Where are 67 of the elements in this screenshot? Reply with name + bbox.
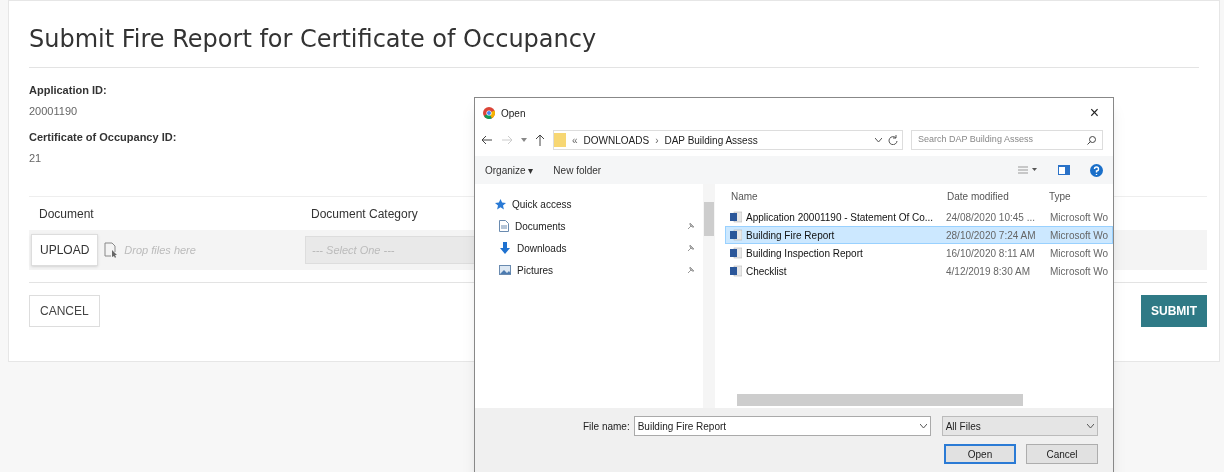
breadcrumb-separator: › xyxy=(655,133,659,148)
back-icon[interactable] xyxy=(481,135,493,145)
upload-button[interactable]: UPLOAD xyxy=(31,234,99,266)
file-row[interactable]: Building Inspection Report 16/10/2020 8:11 AM Microsoft Wo xyxy=(725,244,1113,262)
word-document-icon xyxy=(730,247,742,259)
document-icon xyxy=(499,220,509,232)
dropdown-caret-icon xyxy=(1086,423,1094,429)
file-name: Application 20001190 - Statement Of Co... xyxy=(746,210,934,225)
toolbar-button[interactable]: Organize ▾ xyxy=(485,162,534,178)
file-name: Building Inspection Report xyxy=(746,246,863,261)
recent-locations-icon[interactable] xyxy=(521,138,527,142)
search-field[interactable]: Search DAP Building Assess xyxy=(911,130,1103,150)
scrollbar[interactable] xyxy=(703,184,715,408)
file-date: 28/10/2020 7:24 AM xyxy=(946,228,1037,243)
breadcrumb[interactable]: DAP Building Assess xyxy=(664,132,758,148)
dialog-title: Open xyxy=(501,106,527,121)
field-value: 20001190 xyxy=(29,103,78,119)
cancel-button[interactable]: CANCEL xyxy=(29,295,100,327)
nav-item[interactable]: Pictures xyxy=(517,262,681,278)
file-name-field[interactable]: Building Fire Report xyxy=(633,416,931,436)
help-icon[interactable] xyxy=(1090,163,1103,177)
file-type: Microsoft Wo xyxy=(1050,210,1110,225)
open-button[interactable]: Open xyxy=(944,444,1016,464)
close-button[interactable]: × xyxy=(1083,105,1105,121)
file-cursor-icon xyxy=(104,242,119,258)
field-label: Application ID: xyxy=(29,83,107,98)
file-date: 16/10/2020 8:11 AM xyxy=(946,246,1036,261)
field-value: 21 xyxy=(29,150,42,166)
nav-item[interactable]: Quick access xyxy=(512,196,695,212)
cancel-button[interactable]: Cancel xyxy=(1026,444,1098,464)
pin-icon[interactable] xyxy=(687,222,695,230)
file-date: 24/08/2020 10:45 ... xyxy=(946,210,1036,225)
file-row[interactable]: Checklist 4/12/2019 8:30 AM Microsoft Wo xyxy=(725,262,1113,280)
submit-button[interactable]: SUBMIT xyxy=(1141,295,1207,327)
file-type-select[interactable]: All Files xyxy=(941,416,1098,436)
file-type: Microsoft Wo xyxy=(1050,228,1110,243)
download-icon xyxy=(499,242,511,254)
file-name-label: File name: xyxy=(583,419,630,434)
browser-logo-icon xyxy=(483,107,495,119)
word-document-icon xyxy=(730,211,742,223)
dropdown-caret-icon[interactable] xyxy=(875,137,882,143)
picture-icon xyxy=(499,265,511,275)
search-icon xyxy=(1087,135,1096,145)
file-name: Building Fire Report xyxy=(746,228,835,243)
star-icon xyxy=(495,198,506,210)
file-date: 4/12/2019 8:30 AM xyxy=(946,264,1031,279)
word-document-icon xyxy=(730,229,742,241)
word-document-icon xyxy=(730,265,742,277)
pin-icon[interactable] xyxy=(687,266,695,274)
file-row[interactable]: Building Fire Report 28/10/2020 7:24 AM Microsoft Wo xyxy=(725,226,1113,244)
breadcrumb-separator: « xyxy=(572,133,578,148)
pin-icon[interactable] xyxy=(687,244,695,252)
dropdown-caret-icon xyxy=(919,423,927,429)
breadcrumb[interactable]: DOWNLOADS xyxy=(583,132,650,148)
view-options-icon[interactable] xyxy=(1018,166,1038,174)
up-icon[interactable] xyxy=(535,134,545,146)
file-type: Microsoft Wo xyxy=(1050,246,1110,261)
address-bar[interactable]: « DOWNLOADS › DAP Building Assess xyxy=(553,130,903,150)
file-name: Checklist xyxy=(746,264,787,279)
field-label: Certificate of Occupancy ID: xyxy=(29,130,177,145)
page-title: Submit Fire Report for Certificate of Occupancy xyxy=(29,24,597,55)
file-type: Microsoft Wo xyxy=(1050,264,1110,279)
file-row[interactable]: Application 20001190 - Statement Of Co... 24/08/2020 10:45 ... Microsoft Wo xyxy=(725,208,1113,226)
refresh-icon[interactable] xyxy=(888,135,898,145)
folder-icon xyxy=(554,133,566,147)
toolbar-button[interactable]: New folder xyxy=(553,162,602,178)
preview-pane-icon[interactable] xyxy=(1058,165,1070,175)
